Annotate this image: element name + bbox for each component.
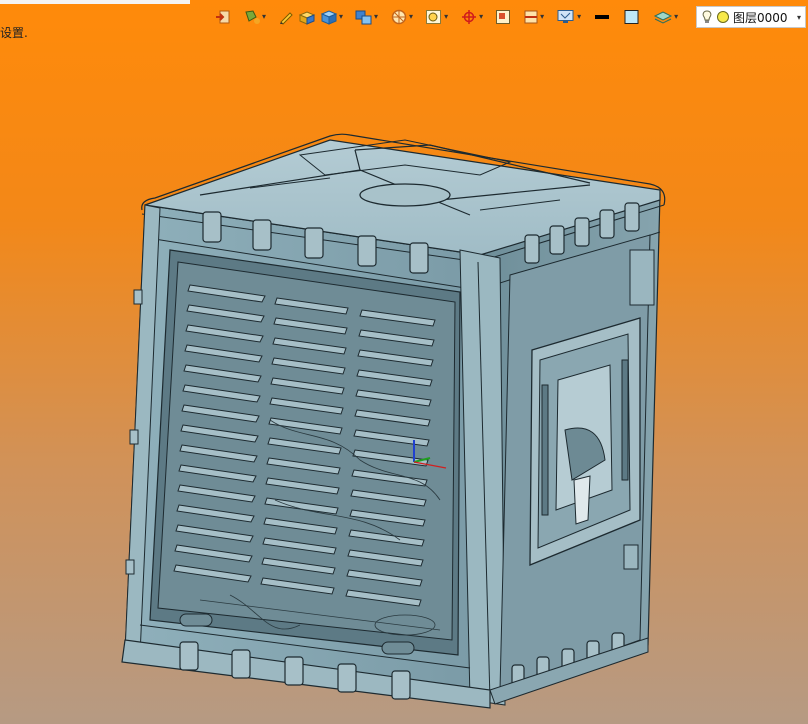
side-control-box <box>629 249 655 306</box>
evaporative-air-cooler-model[interactable] <box>0 0 808 724</box>
top-center-ring <box>359 183 451 207</box>
cad-viewport[interactable]: 设置. ▾ ▾ ▾ ▾ ▾ ▾ ▾ ▾ ▾ 图层0000 ▾ <box>0 0 808 724</box>
